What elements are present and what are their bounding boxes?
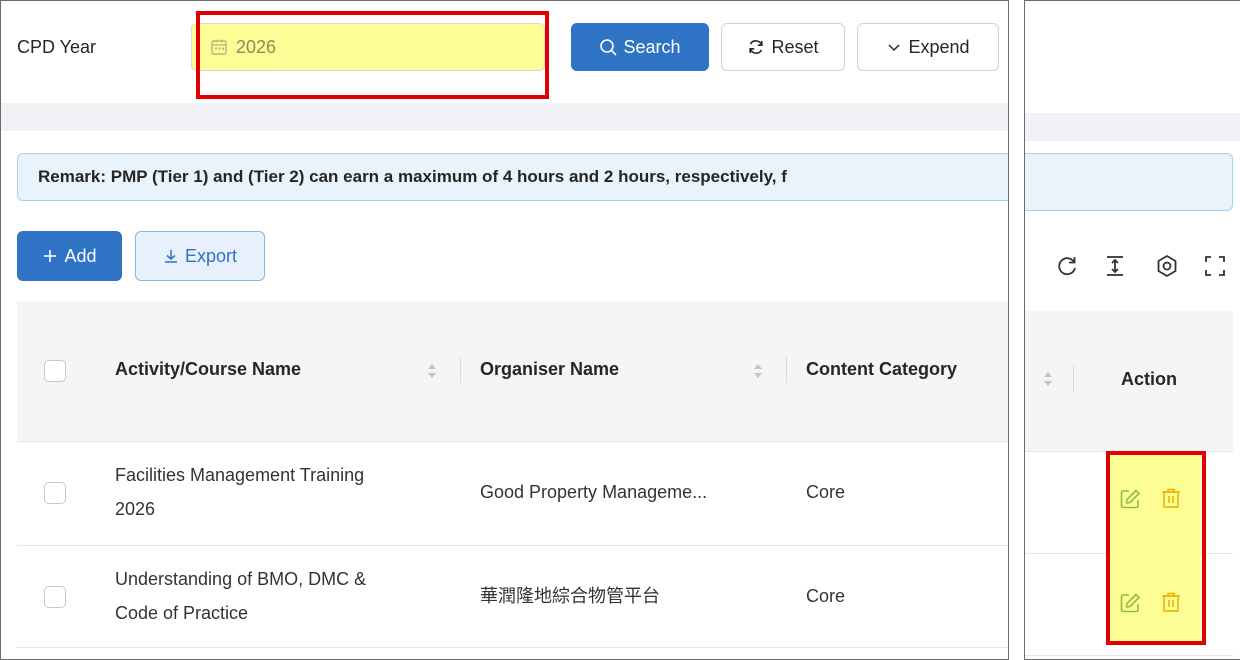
row-divider (1025, 451, 1233, 452)
row-divider (17, 647, 1008, 648)
edit-icon[interactable] (1119, 488, 1141, 510)
density-icon[interactable] (1103, 254, 1127, 278)
delete-icon[interactable] (1160, 487, 1182, 509)
reset-icon (749, 40, 764, 54)
column-header-organiser[interactable]: Organiser Name (480, 359, 619, 380)
column-divider (786, 357, 787, 383)
expand-button[interactable]: Expend (857, 23, 999, 71)
export-button-label: Export (184, 245, 238, 266)
column-divider (460, 357, 461, 383)
column-header-course[interactable]: Activity/Course Name (115, 359, 301, 380)
cpd-year-label: CPD Year (17, 37, 97, 57)
row-1-course-line1: Facilities Management Training (115, 465, 365, 485)
row-checkbox[interactable] (44, 482, 66, 504)
column-header-category[interactable]: Content Category (806, 359, 957, 380)
section-divider-band (1025, 113, 1240, 141)
column-divider (1073, 366, 1074, 392)
download-icon (164, 250, 177, 263)
row-divider (17, 441, 1008, 442)
reset-button[interactable]: Reset (721, 23, 845, 71)
reset-button-label: Reset (771, 36, 819, 57)
search-button-label: Search (623, 36, 681, 57)
edit-icon[interactable] (1119, 592, 1141, 614)
plus-icon (44, 250, 57, 262)
search-button[interactable]: Search (571, 23, 709, 71)
select-all-checkbox[interactable] (44, 360, 66, 382)
row-2-course-line2: Code of Practice (115, 603, 249, 623)
row-2-course-line1: Understanding of BMO, DMC & (115, 569, 367, 589)
search-icon (600, 39, 617, 56)
left-screenshot-panel: CPD Year 2026 Search Reset Expend Remark… (0, 0, 1009, 660)
reload-icon[interactable] (1055, 254, 1079, 278)
delete-icon[interactable] (1160, 591, 1182, 613)
row-1-course-line2: 2026 (115, 499, 156, 519)
export-button[interactable]: Export (135, 231, 265, 281)
row-1-category: Core (806, 482, 846, 502)
remark-banner-end (1025, 153, 1233, 211)
add-button-label: Add (64, 245, 97, 266)
column-header-action: Action (1121, 369, 1177, 389)
cpd-year-value: 2026 (236, 36, 277, 57)
sort-icon[interactable] (753, 363, 763, 379)
row-2-organiser: 華潤隆地綜合物管平台 (480, 586, 660, 606)
row-1-organiser: Good Property Manageme... (480, 482, 708, 502)
cpd-year-picker[interactable]: 2026 (191, 23, 545, 71)
remark-banner: Remark: PMP (Tier 1) and (Tier 2) can ea… (17, 153, 1008, 201)
row-2-category: Core (806, 586, 846, 606)
sort-icon[interactable] (1043, 371, 1053, 387)
row-divider (17, 545, 1008, 546)
add-button[interactable]: Add (17, 231, 122, 281)
row-divider (1025, 655, 1233, 656)
sort-icon[interactable] (427, 363, 437, 379)
row-2-course-name: Understanding of BMO, DMC & Code of Prac… (115, 562, 366, 630)
fullscreen-icon[interactable] (1203, 254, 1227, 278)
chevron-down-icon (888, 44, 900, 52)
row-1-course-name: Facilities Management Training 2026 (115, 458, 364, 526)
right-screenshot-panel: Action (1024, 0, 1240, 660)
section-divider-band (1, 103, 1008, 131)
row-checkbox[interactable] (44, 586, 66, 608)
action-highlight-fill (1109, 453, 1201, 643)
expand-button-label: Expend (908, 36, 970, 57)
calendar-icon (211, 39, 227, 55)
settings-icon[interactable] (1155, 254, 1179, 278)
